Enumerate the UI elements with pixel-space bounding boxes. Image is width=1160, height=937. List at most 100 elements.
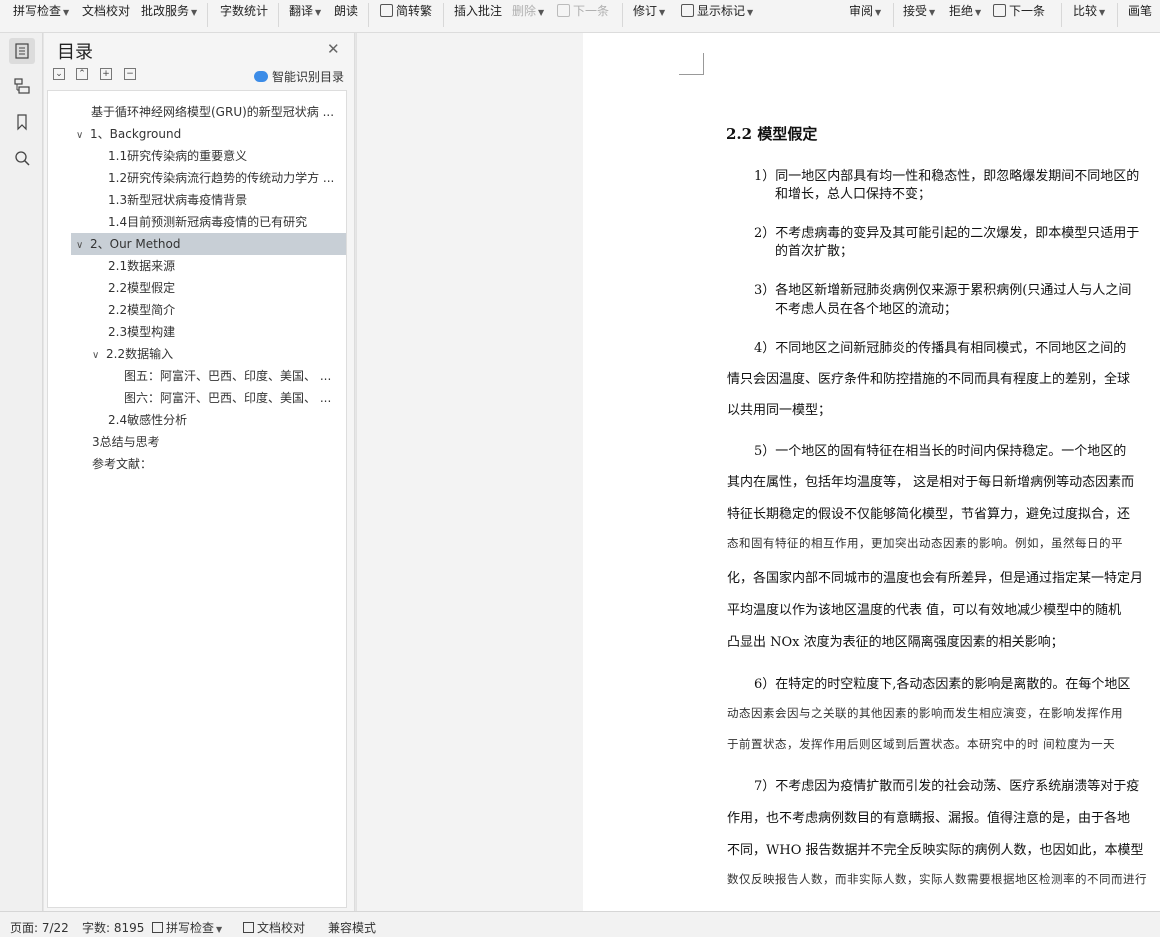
toc-item[interactable]: 1.4目前预测新冠病毒疫情的已有研究: [71, 211, 346, 233]
bookmark-panel-button[interactable]: [9, 109, 35, 135]
toc-item[interactable]: 1.3新型冠状病毒疫情背景: [71, 189, 346, 211]
review-pane-button[interactable]: 审阅 ▼: [849, 0, 881, 22]
toolbar-divider: [207, 3, 208, 27]
accept-button[interactable]: 接受 ▼: [903, 0, 935, 22]
document-line: 5）一个地区的固有特征在相当长的时间内保持稳定。一个地区的: [754, 444, 1127, 459]
toc-item[interactable]: 2.4敏感性分析: [71, 409, 346, 431]
spell-check-toggle[interactable]: 拼写检查 ▼: [152, 919, 222, 936]
delete-comment-button[interactable]: 删除 ▼: [512, 0, 544, 22]
navigation-icon-bar: [0, 33, 43, 911]
page-background: [356, 33, 583, 911]
status-bar: 页面: 7/22 字数: 8195 拼写检查 ▼ 文档校对 兼容模式: [0, 911, 1160, 937]
search-panel-button[interactable]: [9, 145, 35, 171]
compat-mode-indicator: 兼容模式: [328, 921, 377, 935]
expand-all-icon[interactable]: ⌃: [76, 68, 88, 80]
show-markup-button[interactable]: 显示标记 ▼: [681, 0, 753, 22]
bookmark-icon: [17, 114, 27, 131]
chevron-down-icon: ▼: [538, 8, 545, 17]
chevron-down-icon[interactable]: ∨: [76, 125, 90, 145]
next-comment-button[interactable]: 下一条: [557, 0, 609, 22]
toc-title: 目录: [57, 42, 93, 63]
reject-label: 拒绝: [949, 4, 974, 18]
markup-icon: [681, 4, 694, 17]
pen-button[interactable]: 画笔: [1128, 0, 1152, 22]
trad-simp-convert-button[interactable]: 简转繁: [380, 0, 432, 22]
chevron-down-icon[interactable]: ∨: [76, 235, 90, 255]
chevron-down-icon: ▼: [63, 8, 70, 17]
next-change-button[interactable]: 下一条: [993, 0, 1045, 22]
document-line: 态和固有特征的相互作用，更加突出动态因素的影响。例如，虽然每日的平: [727, 536, 1123, 550]
checkbox-icon: [152, 922, 163, 933]
toc-item[interactable]: ∨ 1、Background: [71, 123, 346, 145]
review-service-label: 批改服务: [141, 4, 190, 18]
review-service-button[interactable]: 批改服务 ▼: [141, 0, 197, 22]
word-count-indicator[interactable]: 字数: 8195: [82, 919, 144, 936]
review-label: 审阅: [849, 4, 874, 18]
reject-button[interactable]: 拒绝 ▼: [949, 0, 981, 22]
toc-item[interactable]: 图五：阿富汗、巴西、印度、美国、 ...: [71, 365, 346, 387]
chevron-down-icon[interactable]: ∨: [92, 345, 106, 365]
toc-item[interactable]: ∨ 2.2数据输入: [71, 343, 346, 365]
toc-item-label: 2、Our Method: [90, 237, 181, 251]
toolbar-divider: [622, 3, 623, 27]
review-ribbon: 拼写检查 ▼ 文档校对 批改服务 ▼ 字数统计 翻译 ▼ 朗读 简转繁 插入批注 删除…: [0, 0, 1160, 33]
toc-item[interactable]: 3总结与思考: [71, 431, 346, 453]
section-heading: 2.2 模型假定: [726, 125, 818, 143]
document-page[interactable]: 2.2 模型假定 1）同一地区内部具有均一性和稳态性，即忽略爆发期间不同地区的 …: [583, 33, 1160, 911]
toc-panel-button[interactable]: [9, 38, 35, 64]
toc-item[interactable]: 图六：阿富汗、巴西、印度、美国、 ...: [71, 387, 346, 409]
word-processor-window: 拼写检查 ▼ 文档校对 批改服务 ▼ 字数统计 翻译 ▼ 朗读 简转繁 插入批注 删除…: [0, 0, 1160, 937]
document-line: 6）在特定的时空粒度下,各动态因素的影响是离散的。在每个地区: [754, 677, 1131, 692]
track-changes-button[interactable]: 修订 ▼: [633, 0, 665, 22]
toolbar-divider: [368, 3, 369, 27]
add-heading-icon[interactable]: +: [100, 68, 112, 80]
toolbar-divider: [1061, 3, 1062, 27]
document-line: 其内在属性，包括年均温度等， 这是相对于每日新增病例等动态因素而: [727, 475, 1135, 490]
close-icon[interactable]: ✕: [327, 40, 340, 58]
page-indicator[interactable]: 页面: 7/22: [10, 919, 69, 936]
toc-item[interactable]: 参考文献：: [71, 453, 346, 475]
document-line: 动态因素会因与之关联的其他因素的影响而发生相应演变，在影响发挥作用: [727, 706, 1123, 720]
remove-heading-icon[interactable]: −: [124, 68, 136, 80]
toolbar-divider: [893, 3, 894, 27]
document-line: 7）不考虑因为疫情扩散而引发的社会动荡、医疗系统崩溃等对于疫: [754, 779, 1140, 794]
read-aloud-button[interactable]: 朗读: [334, 0, 358, 22]
smart-toc-label: 智能识别目录: [272, 70, 345, 84]
translate-button[interactable]: 翻译 ▼: [289, 0, 321, 22]
document-line: 于前置状态，发挥作用后则区域到后置状态。本研究中的时 间粒度为一天: [727, 737, 1116, 751]
trad-simp-label: 简转繁: [396, 4, 433, 18]
toc-item[interactable]: 基于循环神经网络模型(GRU)的新型冠状病 ...: [71, 101, 346, 123]
toc-item[interactable]: 2.3模型构建: [71, 321, 346, 343]
word-count-button[interactable]: 字数统计: [220, 0, 268, 22]
compare-label: 比较: [1073, 4, 1098, 18]
document-line: 以共用同一模型；: [727, 403, 832, 418]
toc-item-selected[interactable]: ∨ 2、Our Method: [71, 233, 346, 255]
chevron-down-icon: ▼: [747, 8, 754, 17]
toc-item[interactable]: 2.2模型简介: [71, 299, 346, 321]
structure-panel-button[interactable]: [9, 73, 35, 99]
accept-label: 接受: [903, 4, 928, 18]
document-line: 1）同一地区内部具有均一性和稳态性，即忽略爆发期间不同地区的: [754, 169, 1140, 184]
search-icon: [15, 151, 30, 166]
collapse-all-icon[interactable]: ⌄: [53, 68, 65, 80]
next-change-icon: [993, 4, 1006, 17]
toc-item[interactable]: 2.1数据来源: [71, 255, 346, 277]
compare-button[interactable]: 比较 ▼: [1073, 0, 1105, 22]
doc-proofread-button[interactable]: 文档校对: [82, 0, 130, 22]
smart-toc-button[interactable]: 智能识别目录: [254, 68, 344, 85]
chevron-down-icon: ▼: [216, 925, 223, 934]
chevron-down-icon: ▼: [975, 8, 982, 17]
outline-icon: [14, 78, 30, 94]
toc-icon: [15, 43, 29, 59]
toc-item[interactable]: 2.2模型假定: [71, 277, 346, 299]
spell-check-button[interactable]: 拼写检查 ▼: [13, 0, 69, 22]
toc-item-label: 2.2数据输入: [106, 347, 174, 361]
toc-item[interactable]: 1.1研究传染病的重要意义: [71, 145, 346, 167]
chevron-down-icon: ▼: [929, 8, 936, 17]
insert-comment-button[interactable]: 插入批注: [454, 0, 502, 22]
toolbar-divider: [278, 3, 279, 27]
toc-item[interactable]: 1.2研究传染病流行趋势的传统动力学方 ...: [71, 167, 346, 189]
proofread-icon: [243, 922, 254, 933]
document-line: 情只会因温度、医疗条件和防控措施的不同而具有程度上的差别，全球: [727, 372, 1131, 387]
doc-proofread-toggle[interactable]: 文档校对: [243, 919, 305, 936]
